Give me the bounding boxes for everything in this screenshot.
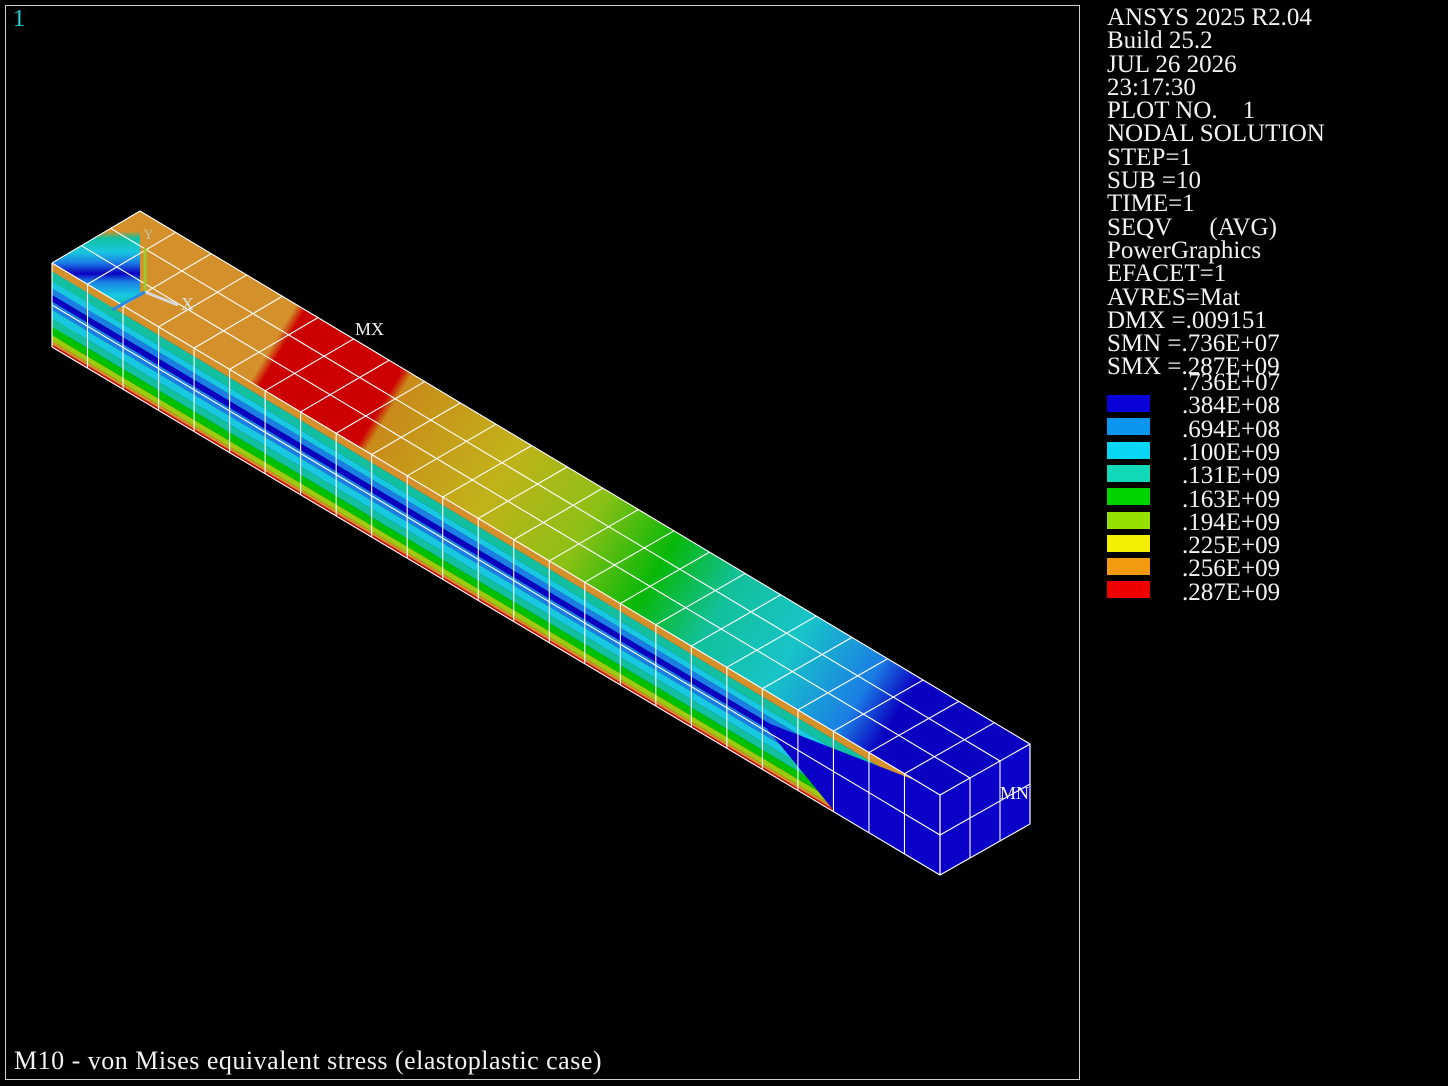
stress-band xyxy=(52,326,940,864)
legend-value: .163E+09 xyxy=(1182,485,1281,513)
legend-value: .225E+09 xyxy=(1182,532,1281,560)
triad-y-label: Y xyxy=(143,227,154,243)
legend-swatch xyxy=(1107,558,1150,576)
info-line: AVRES=Mat xyxy=(1107,283,1241,311)
info-line: PowerGraphics xyxy=(1107,236,1262,264)
beam-top-face xyxy=(52,211,1030,795)
legend-value: .256E+09 xyxy=(1182,555,1281,583)
stress-band xyxy=(52,341,940,873)
info-line: SUB =10 xyxy=(1107,167,1201,195)
legend-value: .384E+08 xyxy=(1182,392,1281,420)
stress-band xyxy=(52,335,940,870)
legend-value: .694E+08 xyxy=(1182,415,1281,443)
info-line: 23:17:30 xyxy=(1107,73,1196,101)
mesh-line xyxy=(51,262,941,796)
max-marker: MX xyxy=(355,319,385,339)
mesh-line xyxy=(51,304,941,836)
legend-swatch xyxy=(1107,441,1150,459)
legend-swatch xyxy=(1107,488,1150,506)
info-line: TIME=1 xyxy=(1107,190,1195,218)
legend-swatch xyxy=(1107,511,1150,529)
info-line: JUL 26 2026 xyxy=(1107,50,1237,78)
plot-caption: M10 - von Mises equivalent stress (elast… xyxy=(14,1046,603,1075)
info-line: EFACET=1 xyxy=(1107,260,1227,288)
stress-band xyxy=(52,263,940,803)
legend-value: .194E+09 xyxy=(1182,508,1281,536)
legend-value: .287E+09 xyxy=(1182,578,1281,606)
mesh-line xyxy=(81,245,971,779)
mesh-line xyxy=(110,227,1001,762)
stress-band xyxy=(52,271,940,813)
info-line: STEP=1 xyxy=(1107,143,1192,171)
legend-value: .100E+09 xyxy=(1182,438,1281,466)
info-line: PLOT NO. 1 xyxy=(1107,97,1256,125)
beam-side-face xyxy=(52,263,940,875)
min-marker: MN xyxy=(1000,783,1030,803)
legend-swatch xyxy=(1107,534,1150,552)
legend-value: .736E+07 xyxy=(1182,369,1281,396)
info-line: Build 25.2 xyxy=(1107,27,1213,55)
info-line: SEQV (AVG) xyxy=(1107,213,1277,241)
plot-info-panel: ANSYS 2025 R2.04 Build 25.2 JUL 26 2026 23:… xyxy=(1107,4,1325,380)
info-line: DMX =.009151 xyxy=(1107,306,1267,334)
info-line: SMN =.736E+07 xyxy=(1107,330,1280,358)
legend-swatch xyxy=(1107,581,1150,599)
info-line: NODAL SOLUTION xyxy=(1107,120,1325,148)
info-line: ANSYS 2025 R2.04 xyxy=(1107,4,1312,31)
legend-value: .131E+09 xyxy=(1182,462,1281,490)
legend-swatch xyxy=(1107,464,1150,482)
legend-swatch xyxy=(1107,395,1150,412)
legend-swatch xyxy=(1107,418,1150,436)
triad-x-label: X xyxy=(181,294,194,314)
